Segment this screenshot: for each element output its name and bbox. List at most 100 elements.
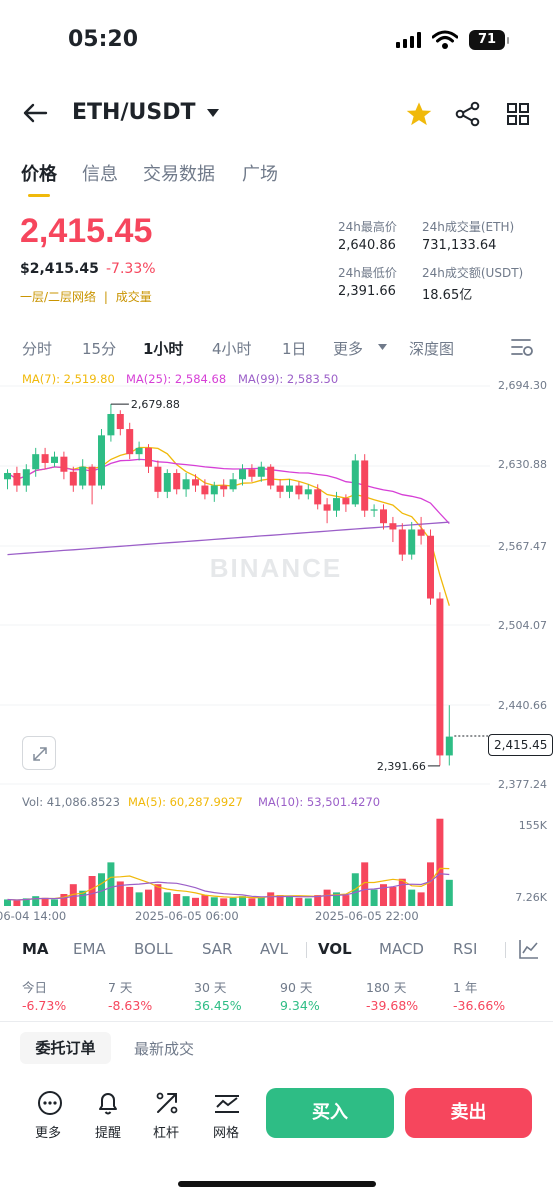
layout-grid-icon[interactable]	[506, 102, 530, 126]
battery-icon: 71	[469, 30, 509, 50]
volume-bar	[173, 894, 181, 906]
volume-bar	[13, 900, 21, 906]
candle-body	[41, 454, 49, 463]
time-axis-label: 2025-06-05 06:00	[135, 909, 239, 923]
high-marker-label: 2,679.88	[131, 398, 180, 411]
candle-body	[51, 456, 58, 463]
candle-body	[145, 447, 152, 467]
candle-body	[333, 498, 340, 511]
ind-rsi[interactable]: RSI	[453, 940, 477, 958]
chart-settings-icon[interactable]	[510, 336, 534, 358]
vol-usdt-value: 18.65亿	[422, 288, 473, 303]
perf-label: 90 天	[280, 980, 313, 995]
network-link[interactable]: 一层/二层网络	[20, 290, 96, 304]
tf-depth[interactable]: 深度图	[409, 338, 454, 359]
tab-trading-data[interactable]: 交易数据	[143, 160, 215, 186]
volume-bar	[257, 897, 265, 906]
tf-timeshare[interactable]: 分时	[22, 338, 52, 359]
candle-body	[389, 523, 397, 530]
indicator-divider	[505, 942, 506, 958]
nav-alert-label[interactable]: 提醒	[95, 1122, 121, 1141]
candle-body	[267, 466, 275, 486]
vol-ma10-legend: MA(10): 53,501.4270	[258, 795, 381, 809]
candle-body	[323, 504, 331, 511]
perf-label: 30 天	[194, 980, 227, 995]
volume-bar	[51, 899, 58, 906]
price-change-pct: -7.33%	[106, 261, 156, 277]
vol-ma5-legend: MA(5): 60,287.9927	[128, 795, 243, 809]
candle-body	[192, 479, 199, 486]
nav-more-label[interactable]: 更多	[35, 1122, 61, 1141]
volume-bar	[60, 894, 68, 906]
tab-square[interactable]: 广场	[242, 160, 278, 186]
volume-chart[interactable]	[0, 812, 553, 908]
sell-button[interactable]: 卖出	[405, 1088, 532, 1138]
ind-macd[interactable]: MACD	[379, 940, 424, 958]
tab-info[interactable]: 信息	[82, 160, 118, 186]
candle-body	[239, 469, 246, 480]
volume-bar	[417, 892, 425, 906]
perf-value: -36.66%	[453, 998, 506, 1013]
pair-dropdown-icon[interactable]	[206, 108, 220, 118]
candle-body	[257, 466, 265, 477]
candle-body	[69, 471, 77, 486]
tf-more-chevron-icon[interactable]	[377, 343, 388, 351]
volume-bar	[220, 898, 228, 906]
tf-15m[interactable]: 15分	[82, 338, 116, 359]
low-label: 24h最低价	[338, 266, 397, 280]
candle-body	[408, 529, 416, 555]
ind-ema[interactable]: EMA	[73, 940, 106, 958]
home-indicator	[178, 1181, 376, 1187]
tab-open-orders-label: 委托订单	[35, 1039, 96, 1057]
candle-body	[173, 472, 181, 490]
tf-1d[interactable]: 1日	[282, 338, 307, 359]
volume-bar	[192, 897, 199, 906]
volume-bar	[323, 889, 331, 906]
volume-bar	[126, 886, 134, 906]
expand-chart-button[interactable]	[22, 736, 56, 770]
nav-leverage-label[interactable]: 杠杆	[153, 1122, 179, 1141]
perf-label: 180 天	[366, 980, 407, 995]
indicator-settings-icon[interactable]	[518, 938, 540, 960]
tab-price[interactable]: 价格	[21, 160, 57, 186]
candle-body	[13, 472, 21, 486]
price-usd: $2,415.45	[20, 261, 99, 277]
bell-icon[interactable]	[91, 1088, 125, 1118]
tab-latest-trades[interactable]: 最新成交	[134, 1038, 194, 1059]
ind-vol[interactable]: VOL	[318, 940, 352, 958]
more-dots-icon[interactable]	[33, 1088, 67, 1118]
vol-eth-value: 731,133.64	[422, 238, 497, 253]
back-arrow-icon[interactable]	[22, 102, 48, 124]
candle-body	[370, 509, 378, 511]
price-candlestick-chart[interactable]: BINANCE 2,679.88 2,391.66	[0, 380, 553, 790]
candle-body	[4, 472, 11, 480]
perf-value: 9.34%	[280, 998, 320, 1013]
vol-eth-label: 24h成交量(ETH)	[422, 220, 515, 234]
volume-bar	[267, 892, 275, 906]
pair-title[interactable]: ETH/USDT	[72, 100, 195, 125]
buy-button[interactable]: 买入	[266, 1088, 394, 1138]
grid-trading-icon[interactable]	[210, 1088, 244, 1118]
ind-boll[interactable]: BOLL	[134, 940, 173, 958]
share-icon[interactable]	[455, 101, 481, 127]
tf-1h[interactable]: 1小时	[143, 338, 183, 359]
favorite-star-icon[interactable]	[405, 100, 433, 128]
divider	[0, 1021, 553, 1022]
nav-grid-label[interactable]: 网格	[213, 1122, 239, 1141]
tab-open-orders[interactable]: 委托订单	[20, 1032, 111, 1064]
volume-bar	[389, 886, 397, 906]
perf-value: -8.63%	[108, 998, 153, 1013]
high-value: 2,640.86	[338, 238, 396, 253]
volume-bar	[210, 897, 218, 906]
tf-4h[interactable]: 4小时	[212, 338, 252, 359]
candle-body	[60, 456, 68, 472]
ind-sar[interactable]: SAR	[202, 940, 232, 958]
candle-body	[135, 447, 143, 455]
tf-more[interactable]: 更多	[333, 338, 363, 359]
perf-label: 7 天	[108, 980, 133, 995]
volume-link[interactable]: 成交量	[116, 290, 152, 304]
ind-ma[interactable]: MA	[22, 940, 49, 958]
ind-avl[interactable]: AVL	[260, 940, 288, 958]
candle-body	[163, 472, 171, 492]
leverage-icon[interactable]	[150, 1088, 184, 1118]
